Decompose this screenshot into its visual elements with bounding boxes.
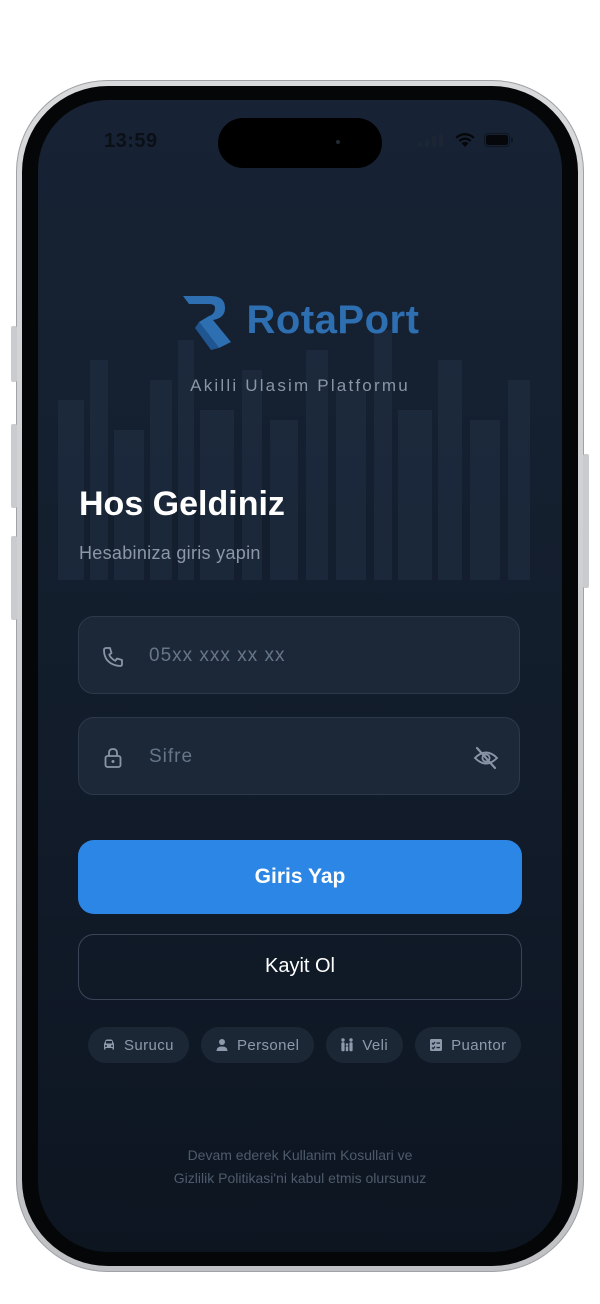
- dynamic-island: [218, 118, 382, 168]
- terms-line-2: Gizlilik Politikasi'ni kabul etmis olurs…: [173, 1170, 427, 1186]
- terms-notice: Devam ederek Kullanim Kosullari ve Gizli…: [38, 1144, 562, 1190]
- brand-name: RotaPort: [246, 297, 420, 342]
- person-icon: [216, 1039, 228, 1051]
- page-subtitle: Hesabiniza giris yapin: [79, 543, 261, 563]
- password-input[interactable]: Sifre: [149, 746, 193, 768]
- brand-tagline: Akilli Ulasim Platformu: [190, 376, 410, 395]
- brand-logo: RotaPort: [38, 290, 562, 350]
- role-chip-personel[interactable]: Personel: [200, 1027, 315, 1063]
- rotaport-logo-icon: [182, 296, 231, 350]
- page-title: Hos Geldiniz: [79, 485, 285, 523]
- checklist-icon: [430, 1039, 443, 1051]
- role-chip-puantor[interactable]: Puantor: [415, 1027, 522, 1063]
- password-field[interactable]: Sifre: [78, 717, 520, 795]
- role-chip-label: Puantor: [451, 1036, 507, 1054]
- status-time: 13:59: [104, 130, 158, 152]
- family-icon: [341, 1038, 354, 1052]
- lock-icon: [104, 748, 122, 768]
- city-skyline-background: [58, 330, 530, 580]
- phone-icon: [103, 647, 123, 667]
- role-chip-label: Surucu: [124, 1036, 174, 1054]
- car-icon: [104, 1039, 114, 1050]
- action-button: [11, 326, 17, 382]
- battery-icon: [484, 133, 513, 147]
- volume-up-button: [11, 424, 17, 508]
- camera-dot: [336, 140, 340, 144]
- register-button[interactable]: Kayit Ol: [78, 934, 522, 1000]
- login-screen: 13:59 RotaPort Akilli Ulasim Platformu H…: [38, 100, 562, 1252]
- role-chips: Surucu Personel Veli Puantor: [88, 1027, 522, 1063]
- wifi-icon: [455, 133, 475, 147]
- eye-off-icon[interactable]: [473, 746, 499, 770]
- power-button: [583, 454, 589, 588]
- role-chip-surucu[interactable]: Surucu: [88, 1027, 189, 1063]
- role-chip-label: Veli: [362, 1036, 389, 1054]
- role-chip-veli[interactable]: Veli: [326, 1027, 404, 1063]
- role-chip-label: Personel: [236, 1036, 300, 1054]
- cellular-signal-icon: [418, 133, 443, 147]
- phone-input[interactable]: 05xx xxx xx xx: [149, 645, 285, 667]
- login-button[interactable]: Giris Yap: [78, 840, 522, 914]
- terms-line-1: Devam ederek Kullanim Kosullari ve: [187, 1147, 413, 1163]
- status-icons: [418, 132, 514, 148]
- volume-down-button: [11, 536, 17, 620]
- phone-field[interactable]: 05xx xxx xx xx: [78, 616, 520, 694]
